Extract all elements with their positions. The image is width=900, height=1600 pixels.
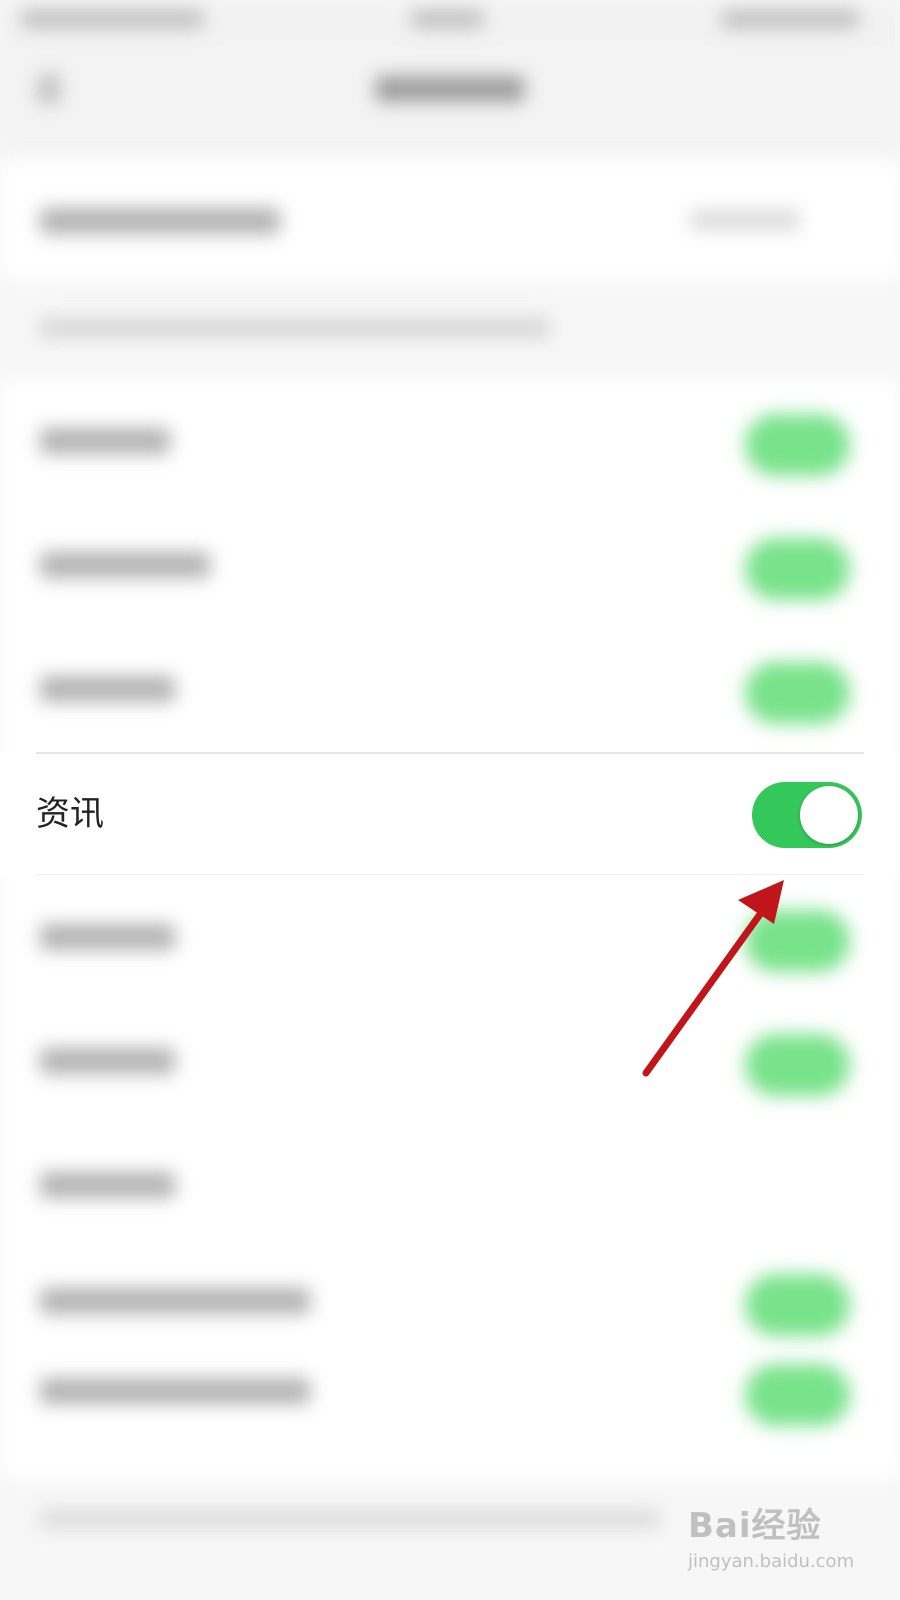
top-setting-row[interactable]: [0, 160, 900, 280]
list-item[interactable]: [0, 876, 900, 1000]
list-item-label: [40, 676, 175, 702]
list-item[interactable]: [0, 504, 900, 628]
list-item[interactable]: [0, 1330, 900, 1454]
status-bar-battery: [720, 10, 860, 28]
top-setting-label: [40, 208, 280, 234]
status-bar-carrier: [20, 10, 205, 28]
news-toggle-switch[interactable]: [752, 782, 862, 848]
toggle-switch[interactable]: [745, 1034, 850, 1096]
toggle-knob: [800, 786, 858, 844]
toggle-switch[interactable]: [745, 1364, 850, 1426]
list-item-label: [40, 1172, 175, 1198]
watermark-url: jingyan.baidu.com: [688, 1551, 855, 1572]
watermark-logo: Bai经验: [688, 1506, 822, 1546]
list-item-label: [40, 1378, 310, 1404]
status-bar-time: [410, 10, 485, 28]
page-title: [375, 76, 525, 102]
watermark: Bai经验 jingyan.baidu.com: [688, 1498, 868, 1588]
toggle-switch[interactable]: [745, 538, 850, 600]
toggle-switch[interactable]: [745, 662, 850, 724]
list-item-label: [40, 552, 210, 578]
back-icon[interactable]: [38, 74, 60, 104]
nav-bar: [0, 46, 900, 156]
row-divider-top: [36, 752, 864, 754]
status-bar: [0, 0, 900, 46]
footer-hint: [40, 1510, 660, 1528]
list-item[interactable]: [0, 380, 900, 504]
section-hint: [40, 318, 550, 338]
toggle-switch[interactable]: [745, 1274, 850, 1336]
toggle-switch[interactable]: [745, 910, 850, 972]
list-item-label: [40, 924, 175, 950]
setting-label: 资讯: [36, 794, 104, 834]
list-item-label: [40, 1048, 175, 1074]
settings-screen: 资讯 Bai经验 jingyan.baidu.com: [0, 0, 900, 1600]
list-item-label: [40, 1288, 310, 1314]
list-item[interactable]: [0, 1000, 900, 1124]
top-setting-value: [690, 210, 800, 230]
toggle-switch[interactable]: [745, 414, 850, 476]
list-item[interactable]: [0, 1124, 900, 1248]
list-item-label: [40, 428, 170, 454]
row-divider-bottom: [36, 874, 864, 875]
setting-row-news[interactable]: 资讯: [0, 752, 900, 876]
list-item[interactable]: [0, 628, 900, 752]
settings-list: [0, 380, 900, 1480]
